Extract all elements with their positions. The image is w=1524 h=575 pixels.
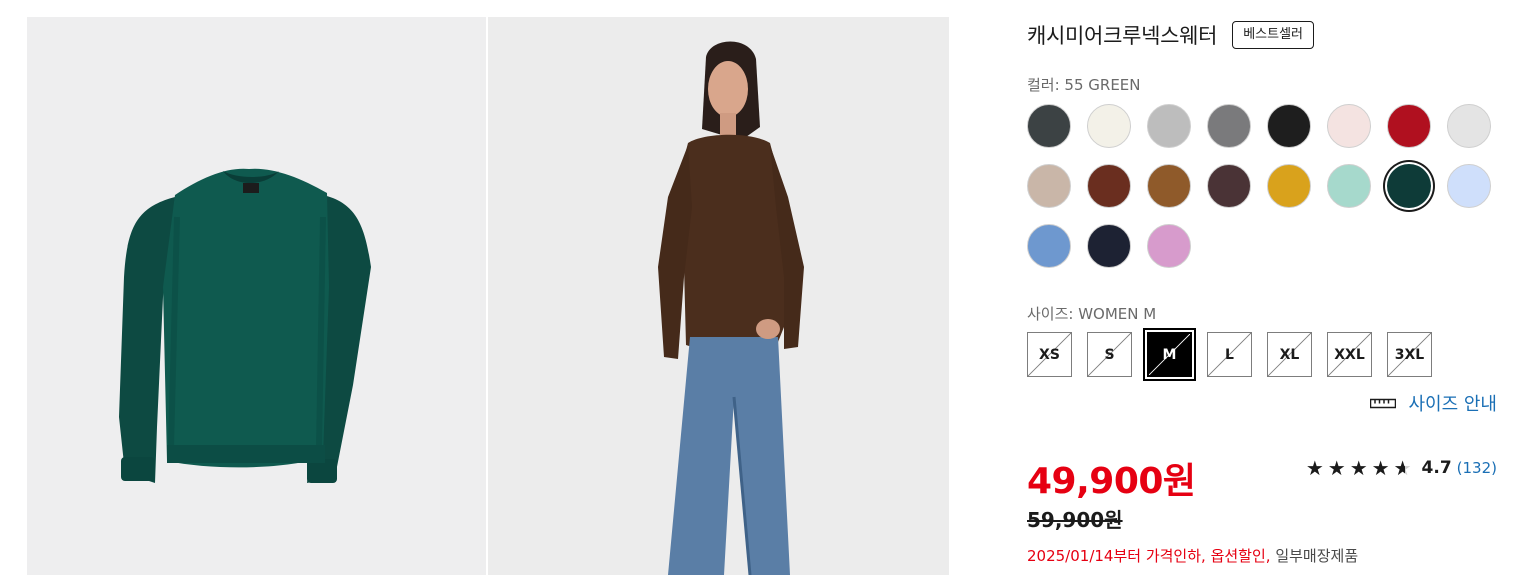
ruler-icon xyxy=(1370,398,1397,409)
color-swatch-green[interactable] xyxy=(1387,164,1431,208)
product-image-model[interactable] xyxy=(488,17,949,575)
product-image-flat[interactable] xyxy=(27,17,486,575)
product-title: 캐시미어크루넥스웨터 xyxy=(1027,24,1218,48)
size-option-label: XS xyxy=(1039,346,1060,363)
selected-color-label: 컬러: 55 GREEN xyxy=(1027,76,1141,94)
bestseller-badge: 베스트셀러 xyxy=(1232,21,1315,49)
color-swatch-lilac[interactable] xyxy=(1147,224,1191,268)
size-option-label: 3XL xyxy=(1394,346,1425,363)
size-option-label: L xyxy=(1225,346,1234,363)
review-count-link[interactable]: (132) xyxy=(1457,459,1497,477)
size-option-label: S xyxy=(1104,346,1115,363)
color-swatch-pale-pink[interactable] xyxy=(1327,104,1371,148)
selected-size-label: 사이즈: WOMEN M xyxy=(1027,305,1157,323)
size-option-label: M xyxy=(1162,346,1177,363)
color-swatch-navy[interactable] xyxy=(1087,224,1131,268)
product-info-panel: 캐시미어크루넥스웨터 베스트셀러 컬러: 55 GREEN 사이즈: WOMEN… xyxy=(1027,0,1497,575)
half-star-icon: ★ xyxy=(1394,456,1416,480)
price-notice: 2025/01/14부터 가격인하, 옵션할인, 일부매장제품 xyxy=(1027,545,1358,566)
color-swatch-dark-brown[interactable] xyxy=(1207,164,1251,208)
size-guide-link[interactable]: 사이즈 안내 xyxy=(1370,390,1497,416)
color-swatch-red[interactable] xyxy=(1387,104,1431,148)
sale-price: 49,900원 xyxy=(1027,461,1196,502)
size-guide-label: 사이즈 안내 xyxy=(1408,394,1497,415)
size-option-xs[interactable]: XS xyxy=(1027,332,1072,377)
title-row: 캐시미어크루넥스웨터 베스트셀러 xyxy=(1027,20,1315,50)
size-option-s[interactable]: S xyxy=(1087,332,1132,377)
store-products-note: 일부매장제품 xyxy=(1275,547,1359,565)
size-option-group: XS S M L XL XXL 3XL xyxy=(1027,328,1497,381)
model-illustration xyxy=(658,41,804,575)
product-rating[interactable]: ★★★★★ 4.7 (132) xyxy=(1306,456,1497,480)
color-swatch-mint[interactable] xyxy=(1327,164,1371,208)
color-swatch-light-gray[interactable] xyxy=(1147,104,1191,148)
color-swatch-black[interactable] xyxy=(1267,104,1311,148)
size-option-label: XXL xyxy=(1334,346,1365,363)
color-swatch-white-gray[interactable] xyxy=(1447,104,1491,148)
size-option-3xl[interactable]: 3XL xyxy=(1387,332,1432,377)
color-swatch-charcoal[interactable] xyxy=(1027,104,1071,148)
color-swatch-mustard[interactable] xyxy=(1267,164,1311,208)
rating-value: 4.7 xyxy=(1421,458,1452,478)
color-swatch-off-white[interactable] xyxy=(1087,104,1131,148)
color-swatch-camel[interactable] xyxy=(1147,164,1191,208)
green-sweater-illustration xyxy=(119,168,371,483)
price-cut-date: 2025/01/14부터 가격인하, xyxy=(1027,547,1206,565)
size-option-label: XL xyxy=(1279,346,1300,363)
rating-stars: ★★★★★ xyxy=(1306,456,1416,480)
size-option-xxl[interactable]: XXL xyxy=(1327,332,1372,377)
color-swatch-light-blue[interactable] xyxy=(1447,164,1491,208)
color-swatch-brown[interactable] xyxy=(1087,164,1131,208)
color-swatch-gray[interactable] xyxy=(1207,104,1251,148)
option-discount: 옵션할인, xyxy=(1210,547,1271,565)
color-swatch-blue[interactable] xyxy=(1027,224,1071,268)
size-option-m[interactable]: M xyxy=(1143,328,1196,381)
original-price: 59,900원 xyxy=(1027,508,1123,532)
product-gallery xyxy=(27,17,949,575)
color-swatch-beige[interactable] xyxy=(1027,164,1071,208)
size-option-l[interactable]: L xyxy=(1207,332,1252,377)
size-option-xl[interactable]: XL xyxy=(1267,332,1312,377)
